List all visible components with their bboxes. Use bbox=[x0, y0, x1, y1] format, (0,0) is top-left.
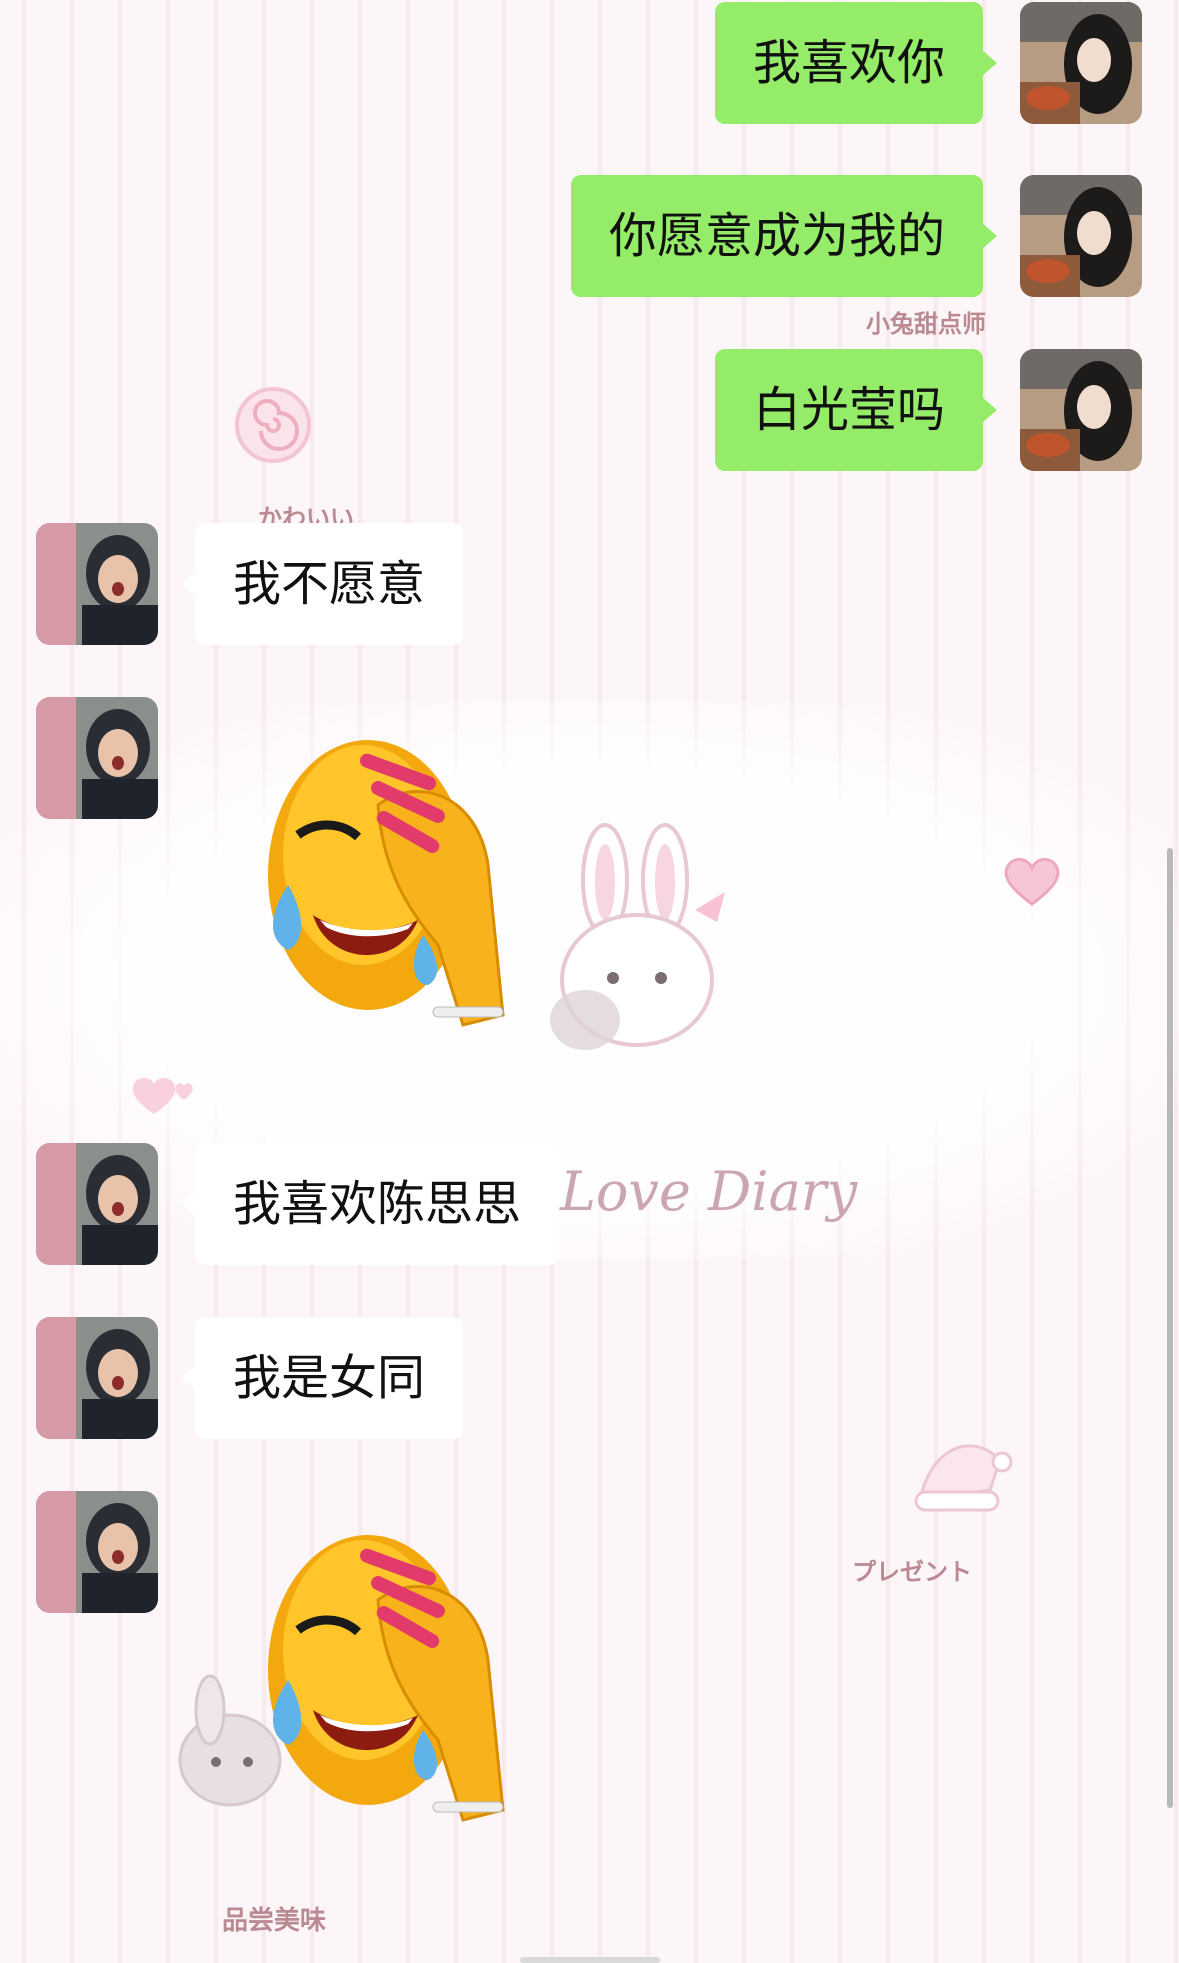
my-avatar[interactable] bbox=[1020, 175, 1142, 297]
contact-avatar[interactable] bbox=[36, 697, 158, 819]
heart-decoration bbox=[132, 1078, 193, 1114]
message-bubble-received[interactable]: 我不愿意 bbox=[180, 523, 464, 645]
contact-avatar[interactable] bbox=[36, 523, 158, 645]
contact-avatar[interactable] bbox=[36, 1143, 158, 1265]
contact-avatar[interactable] bbox=[36, 1491, 158, 1613]
laughing-crying-facepalm-emoji[interactable] bbox=[248, 715, 548, 1055]
message-bubble-sent[interactable]: 白光莹吗 bbox=[714, 349, 998, 471]
heart-decoration bbox=[1004, 858, 1060, 906]
santa-hat-decoration bbox=[914, 1444, 1013, 1512]
contact-avatar[interactable] bbox=[36, 1317, 158, 1439]
my-avatar[interactable] bbox=[1020, 2, 1142, 124]
message-bubble-received[interactable]: 我喜欢陈思思 bbox=[180, 1143, 560, 1265]
message-bubble-received[interactable]: 我是女同 bbox=[180, 1317, 464, 1439]
wallpaper-label-bunny-sweets: 小兔甜点师 bbox=[866, 310, 986, 338]
message-bubble-sent[interactable]: 我喜欢你 bbox=[714, 2, 998, 124]
message-bubble-sent[interactable]: 你愿意成为我的 bbox=[570, 175, 998, 297]
laughing-crying-facepalm-emoji[interactable] bbox=[248, 1510, 548, 1850]
wallpaper-label-present: プレゼント bbox=[852, 1558, 972, 1586]
home-indicator[interactable] bbox=[520, 1957, 660, 1963]
chat-scrollbar[interactable] bbox=[1167, 848, 1173, 1808]
swirl-candy-decoration bbox=[235, 387, 311, 463]
wallpaper-label-love-diary: Love Diary bbox=[560, 1160, 858, 1223]
bunny-plush-decoration bbox=[550, 823, 725, 1050]
wallpaper-label-tasting: 品尝美味 bbox=[222, 1906, 327, 1936]
my-avatar[interactable] bbox=[1020, 349, 1142, 471]
